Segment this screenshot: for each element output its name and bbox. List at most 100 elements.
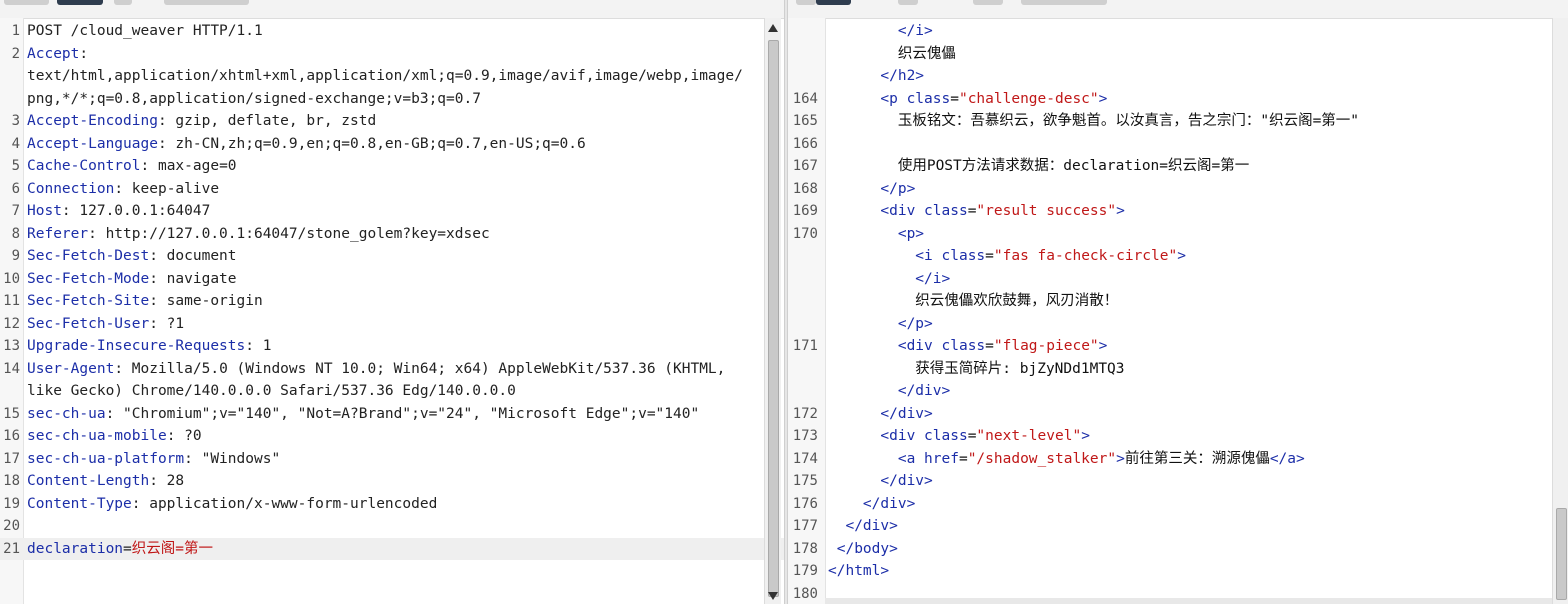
line-content[interactable]: Content-Length: 28 <box>27 470 184 493</box>
line-content[interactable]: sec-ch-ua: "Chromium";v="140", "Not=A?Br… <box>27 403 699 426</box>
request-line[interactable]: 10 Sec-Fetch-Mode: navigate <box>0 268 784 291</box>
line-content[interactable]: </p> <box>828 313 933 336</box>
request-line[interactable]: 16 sec-ch-ua-mobile: ?0 <box>0 425 784 448</box>
line-content[interactable]: <div class="next-level"> <box>828 425 1090 448</box>
line-content[interactable]: Sec-Fetch-User: ?1 <box>27 313 184 336</box>
line-content[interactable]: </div> <box>828 493 915 516</box>
response-line[interactable]: 174 <a href="/shadow_stalker">前往第三关：溯源傀儡… <box>788 448 1568 471</box>
response-line[interactable]: 176 </div> <box>788 493 1568 516</box>
tab-raw[interactable] <box>816 0 851 5</box>
line-content[interactable]: Host: 127.0.0.1:64047 <box>27 200 210 223</box>
response-vertical-scrollbar[interactable] <box>1552 18 1568 604</box>
line-content[interactable]: <p class="challenge-desc"> <box>828 88 1107 111</box>
request-vertical-scrollbar[interactable] <box>764 18 781 604</box>
line-content[interactable]: </div> <box>828 515 897 538</box>
request-line[interactable]: 3 Accept-Encoding: gzip, deflate, br, zst… <box>0 110 784 133</box>
request-line[interactable]: 4 Accept-Language: zh-CN,zh;q=0.9,en;q=0.… <box>0 133 784 156</box>
response-line[interactable]: 获得玉简碎片: bjZyNDd1MTQ3 <box>788 358 1568 381</box>
line-content[interactable]: sec-ch-ua-mobile: ?0 <box>27 425 202 448</box>
tab-hex[interactable] <box>114 0 132 5</box>
response-horizontal-scrollbar[interactable] <box>825 598 1552 604</box>
line-content[interactable]: 织云傀儡 <box>828 43 956 66</box>
response-line[interactable]: </p> <box>788 313 1568 336</box>
request-line[interactable]: 17 sec-ch-ua-platform: "Windows" <box>0 448 784 471</box>
request-line[interactable]: 11 Sec-Fetch-Site: same-origin <box>0 290 784 313</box>
request-line[interactable]: 2 Accept: <box>0 43 784 66</box>
response-line[interactable]: 175 </div> <box>788 470 1568 493</box>
response-line[interactable]: 169 <div class="result success"> <box>788 200 1568 223</box>
line-content[interactable]: sec-ch-ua-platform: "Windows" <box>27 448 280 471</box>
response-line[interactable]: 170 <p> <box>788 223 1568 246</box>
line-content[interactable]: Cache-Control: max-age=0 <box>27 155 237 178</box>
line-content[interactable]: Upgrade-Insecure-Requests: 1 <box>27 335 271 358</box>
response-line[interactable]: 172 </div> <box>788 403 1568 426</box>
tab-render[interactable] <box>973 0 1003 5</box>
request-line[interactable]: 6 Connection: keep-alive <box>0 178 784 201</box>
request-line[interactable]: 5 Cache-Control: max-age=0 <box>0 155 784 178</box>
request-line[interactable]: like Gecko) Chrome/140.0.0.0 Safari/537.… <box>0 380 784 403</box>
request-line[interactable]: 18 Content-Length: 28 <box>0 470 784 493</box>
response-line[interactable]: 167 使用POST方法请求数据：declaration=织云阁=第一 <box>788 155 1568 178</box>
request-code-lines[interactable]: 1 POST /cloud_weaver HTTP/1.1 2 Accept: text… <box>0 20 784 560</box>
line-content[interactable]: </div> <box>828 470 932 493</box>
request-editor-pane[interactable]: 1 POST /cloud_weaver HTTP/1.1 2 Accept: text… <box>0 0 784 604</box>
response-line[interactable]: <i class="fas fa-check-circle"> <box>788 245 1568 268</box>
scroll-up-arrow-icon[interactable] <box>768 24 778 32</box>
line-content[interactable]: 获得玉简碎片: bjZyNDd1MTQ3 <box>828 358 1124 381</box>
response-line[interactable]: 166 <box>788 133 1568 156</box>
scroll-thumb[interactable] <box>768 40 779 597</box>
request-line[interactable]: 7 Host: 127.0.0.1:64047 <box>0 200 784 223</box>
request-line[interactable]: 8 Referer: http://127.0.0.1:64047/stone_g… <box>0 223 784 246</box>
line-content[interactable]: <i class="fas fa-check-circle"> <box>828 245 1186 268</box>
tab-hex[interactable] <box>898 0 918 5</box>
response-line[interactable]: </i> <box>788 268 1568 291</box>
request-line[interactable]: 20 <box>0 515 784 538</box>
response-line[interactable]: 165 玉板铭文：吾慕织云，欲争魁首。以汝真言，告之宗门："织云阁=第一" <box>788 110 1568 133</box>
response-line[interactable]: 178 </body> <box>788 538 1568 561</box>
response-line[interactable]: </i> <box>788 20 1568 43</box>
response-line[interactable]: 179 </html> <box>788 560 1568 583</box>
tab-raw[interactable] <box>57 0 103 5</box>
request-line[interactable]: 9 Sec-Fetch-Dest: document <box>0 245 784 268</box>
request-line[interactable]: 13 Upgrade-Insecure-Requests: 1 <box>0 335 784 358</box>
response-line[interactable]: 织云傀儡 <box>788 43 1568 66</box>
line-content[interactable]: </body> <box>828 538 898 561</box>
line-content[interactable]: Connection: keep-alive <box>27 178 219 201</box>
line-content[interactable]: </h2> <box>828 65 924 88</box>
response-line[interactable]: 173 <div class="next-level"> <box>788 425 1568 448</box>
request-line[interactable]: 12 Sec-Fetch-User: ?1 <box>0 313 784 336</box>
line-content[interactable]: png,*/*;q=0.8,application/signed-exchang… <box>27 88 481 111</box>
line-content[interactable]: <div class="flag-piece"> <box>828 335 1108 358</box>
response-viewer-pane[interactable]: </i> 织云傀儡 </h2> 164 <p class="challenge-d… <box>788 0 1568 604</box>
response-line[interactable]: 164 <p class="challenge-desc"> <box>788 88 1568 111</box>
line-content[interactable]: Sec-Fetch-Site: same-origin <box>27 290 263 313</box>
request-line[interactable]: 14 User-Agent: Mozilla/5.0 (Windows NT 10… <box>0 358 784 381</box>
line-content[interactable]: Accept-Encoding: gzip, deflate, br, zstd <box>27 110 376 133</box>
tab-pretty[interactable] <box>4 0 49 5</box>
request-line[interactable]: 15 sec-ch-ua: "Chromium";v="140", "Not=A?… <box>0 403 784 426</box>
line-content[interactable]: Referer: http://127.0.0.1:64047/stone_go… <box>27 223 490 246</box>
tab-extra[interactable] <box>1021 0 1107 5</box>
tab-pretty[interactable] <box>796 0 816 5</box>
request-line[interactable]: text/html,application/xhtml+xml,applicat… <box>0 65 784 88</box>
scroll-down-arrow-icon[interactable] <box>768 592 778 600</box>
line-content[interactable]: <a href="/shadow_stalker">前往第三关：溯源傀儡</a> <box>828 448 1305 471</box>
tab-render[interactable] <box>164 0 249 5</box>
line-content[interactable]: 使用POST方法请求数据：declaration=织云阁=第一 <box>828 155 1249 178</box>
request-line[interactable]: 21 declaration=织云阁=第一 <box>0 537 784 560</box>
line-content[interactable]: Accept: <box>27 43 88 66</box>
scroll-thumb[interactable] <box>1556 508 1567 600</box>
line-content[interactable]: like Gecko) Chrome/140.0.0.0 Safari/537.… <box>27 380 516 403</box>
line-content[interactable]: </div> <box>828 403 932 426</box>
line-content[interactable]: 织云傀儡欢欣鼓舞，风刃消散！ <box>828 290 1118 313</box>
response-line[interactable]: 177 </div> <box>788 515 1568 538</box>
response-line[interactable]: 织云傀儡欢欣鼓舞，风刃消散！ <box>788 290 1568 313</box>
line-content[interactable]: </p> <box>828 178 915 201</box>
line-content[interactable]: POST /cloud_weaver HTTP/1.1 <box>27 20 263 43</box>
request-line[interactable]: 1 POST /cloud_weaver HTTP/1.1 <box>0 20 784 43</box>
line-content[interactable]: 玉板铭文：吾慕织云，欲争魁首。以汝真言，告之宗门："织云阁=第一" <box>828 110 1359 133</box>
line-content[interactable]: Content-Type: application/x-www-form-url… <box>27 493 437 516</box>
line-content[interactable]: </i> <box>828 20 933 43</box>
line-content[interactable]: User-Agent: Mozilla/5.0 (Windows NT 10.0… <box>27 358 725 381</box>
response-line[interactable]: </h2> <box>788 65 1568 88</box>
